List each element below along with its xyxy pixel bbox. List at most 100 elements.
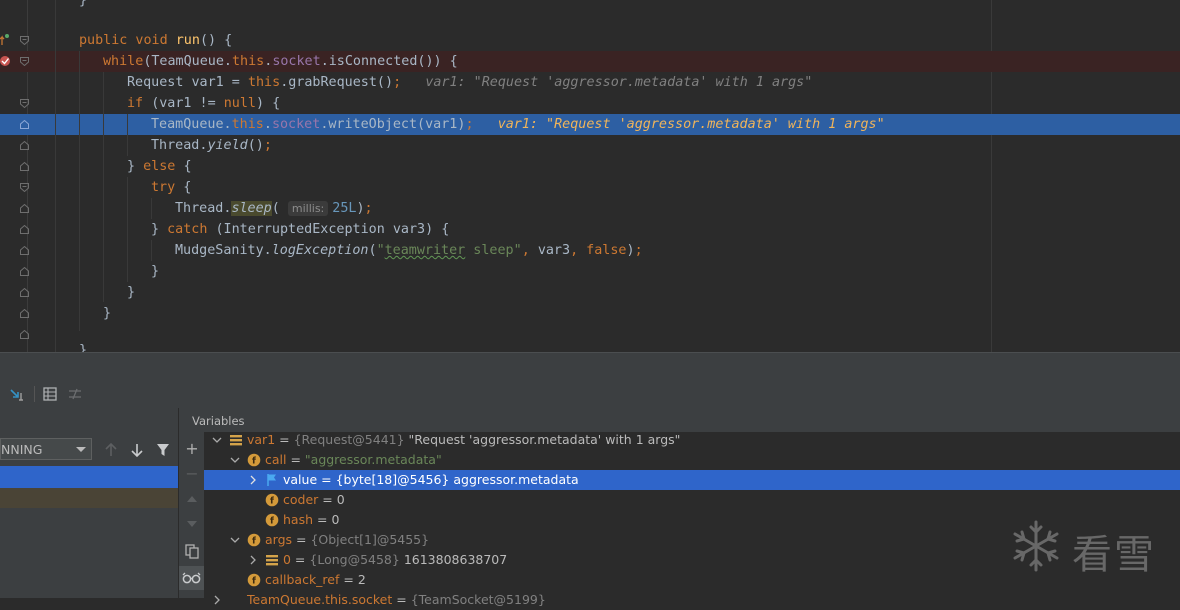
chevron-right-icon[interactable] — [248, 555, 258, 565]
debug-toolbar — [0, 380, 1180, 409]
code-line[interactable]: Thread.yield(); — [0, 135, 1180, 156]
indent-guide — [127, 114, 128, 156]
indent-guide — [79, 51, 80, 331]
fold-marker-icon[interactable] — [20, 183, 29, 192]
code-line-execution-point[interactable]: TeamQueue.this.socket.writeObject(var1);… — [0, 114, 1180, 135]
variable-row[interactable]: f coder = 0 — [204, 490, 1180, 510]
code-line[interactable]: } — [0, 261, 1180, 282]
code-text: } else { — [127, 159, 192, 174]
chevron-down-icon[interactable] — [230, 455, 240, 465]
svg-text:f: f — [270, 517, 274, 527]
code-line[interactable]: public void run() { — [0, 30, 1180, 51]
fold-marker-icon[interactable] — [20, 36, 29, 45]
variable-text: 0 = {Long@5458} 1613808638707 — [283, 552, 508, 567]
frame-row-selected[interactable] — [0, 466, 178, 488]
breakpoint-icon[interactable] — [0, 54, 12, 68]
toolbar-separator — [34, 386, 35, 402]
code-text: TeamQueue.this.socket.writeObject(var1);… — [151, 117, 885, 132]
watermark: 看雪 — [1008, 516, 1168, 578]
thread-selector[interactable]: NNING — [0, 438, 92, 460]
variables-header: Variables — [179, 408, 1180, 432]
code-text: } — [151, 264, 160, 279]
code-line[interactable]: try { — [0, 177, 1180, 198]
field-icon: f — [247, 573, 261, 587]
fold-end-icon[interactable] — [20, 288, 29, 297]
show-watches-toggle[interactable] — [179, 566, 204, 590]
fold-end-icon[interactable] — [20, 225, 29, 234]
move-down-icon[interactable] — [183, 515, 201, 533]
variable-row[interactable]: TeamQueue.this.socket = {TeamSocket@5199… — [204, 590, 1180, 610]
fold-end-icon[interactable] — [20, 330, 29, 339]
variable-text: var1 = {Request@5441} "Request 'aggresso… — [247, 432, 681, 447]
copy-icon[interactable] — [183, 542, 201, 560]
code-text: if (var1 != null) { — [127, 96, 281, 111]
debug-tool-window-header — [0, 352, 1180, 381]
chevron-down-icon[interactable] — [230, 535, 240, 545]
fold-end-icon[interactable] — [20, 309, 29, 318]
fold-end-icon[interactable] — [20, 162, 29, 171]
svg-text:f: f — [270, 497, 274, 507]
trace-stream-icon[interactable] — [67, 386, 83, 402]
code-line[interactable]: } catch (InterruptedException var3) { — [0, 219, 1180, 240]
thread-selector-value: NNING — [1, 442, 43, 457]
code-line[interactable]: MudgeSanity.logException("teamwriter sle… — [0, 240, 1180, 261]
indent-guide — [103, 72, 104, 302]
fold-end-icon[interactable] — [20, 141, 29, 150]
code-line[interactable]: } else { — [0, 156, 1180, 177]
code-text: } catch (InterruptedException var3) { — [151, 222, 450, 237]
code-editor[interactable]: } public void run() { while(TeamQueue.th… — [0, 0, 1180, 352]
code-line[interactable]: } — [0, 0, 1180, 11]
indent-guide — [151, 240, 152, 261]
arrow-down-icon[interactable] — [130, 443, 144, 457]
chevron-down-icon — [76, 447, 86, 452]
code-text: } — [127, 285, 136, 300]
frame-row[interactable] — [0, 488, 178, 508]
code-line[interactable]: if (var1 != null) { — [0, 93, 1180, 114]
code-text: Thread.yield(); — [151, 138, 272, 153]
field-icon: f — [247, 453, 261, 467]
variable-row[interactable]: f call = "aggressor.metadata" — [204, 450, 1180, 470]
watermark-text: 看雪 — [1072, 532, 1156, 578]
code-text: Thread.sleep( millis: 25L); — [175, 201, 373, 216]
fold-marker-icon[interactable] — [20, 57, 29, 66]
code-line[interactable]: } — [0, 340, 1180, 352]
variable-row[interactable]: var1 = {Request@5441} "Request 'aggresso… — [204, 430, 1180, 450]
code-line-breakpoint[interactable]: while(TeamQueue.this.socket.isConnected(… — [0, 51, 1180, 72]
fold-end-icon[interactable] — [20, 246, 29, 255]
arrow-up-icon[interactable] — [104, 443, 118, 457]
snowflake-icon — [1013, 520, 1059, 572]
run-to-cursor-icon[interactable] — [9, 386, 25, 402]
code-line[interactable]: Request var1 = this.grabRequest(); var1:… — [0, 72, 1180, 93]
fold-marker-icon[interactable] — [20, 99, 29, 108]
filter-icon[interactable] — [156, 443, 170, 457]
fold-end-icon[interactable] — [20, 120, 29, 129]
svg-text:f: f — [252, 577, 256, 587]
chevron-right-icon[interactable] — [212, 595, 222, 605]
frames-panel: NNING — [0, 408, 178, 598]
fold-end-icon[interactable] — [20, 267, 29, 276]
code-text: while(TeamQueue.this.socket.isConnected(… — [103, 54, 458, 69]
fold-end-icon[interactable] — [20, 204, 29, 213]
variable-text: value = {byte[18]@5456} aggressor.metada… — [283, 472, 579, 487]
code-text: MudgeSanity.logException("teamwriter sle… — [175, 243, 643, 258]
override-method-icon[interactable] — [0, 33, 10, 47]
remove-watch-icon[interactable]: − — [183, 465, 201, 483]
field-icon: f — [265, 493, 279, 507]
variable-row-selected[interactable]: value = {byte[18]@5456} aggressor.metada… — [204, 470, 1180, 490]
code-line[interactable]: } — [0, 303, 1180, 324]
add-watch-icon[interactable]: + — [183, 440, 201, 458]
evaluate-expression-icon[interactable] — [42, 386, 58, 402]
field-icon: f — [265, 513, 279, 527]
move-up-icon[interactable] — [183, 490, 201, 508]
code-text: Request var1 = this.grabRequest(); var1:… — [127, 75, 813, 90]
indent-guide — [55, 0, 56, 352]
glasses-icon — [182, 572, 201, 584]
code-line[interactable]: } — [0, 282, 1180, 303]
chevron-right-icon[interactable] — [248, 475, 258, 485]
code-line[interactable]: Thread.sleep( millis: 25L); — [0, 198, 1180, 219]
indent-guide — [151, 198, 152, 219]
variables-side-toolbar: + − — [179, 432, 205, 598]
flag-icon — [267, 474, 276, 486]
chevron-down-icon[interactable] — [212, 435, 222, 445]
variable-text: TeamQueue.this.socket = {TeamSocket@5199… — [247, 592, 546, 607]
